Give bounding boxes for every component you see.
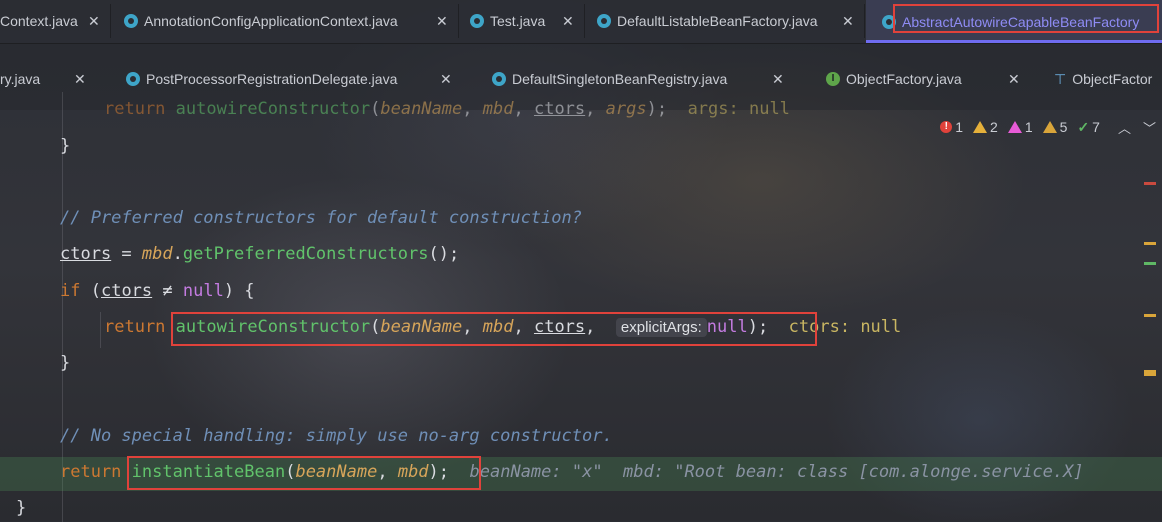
scroll-marker[interactable]: [1144, 314, 1156, 317]
code-line: // Preferred constructors for default co…: [60, 205, 582, 231]
tab-label: ObjectFactor: [1072, 71, 1153, 87]
punct: ,: [462, 99, 483, 119]
punct: (: [370, 99, 381, 119]
class-icon: [124, 14, 138, 28]
scroll-marker[interactable]: [1144, 182, 1156, 185]
close-icon[interactable]: ✕: [562, 6, 574, 36]
call-highlight-box: [127, 456, 481, 490]
tab-default-singleton-bean-registry[interactable]: DefaultSingletonBeanRegistry.java: [492, 64, 727, 94]
class-icon: [492, 72, 506, 86]
tab-context[interactable]: Context.java: [0, 6, 78, 36]
tab-default-listable-bean-factory[interactable]: DefaultListableBeanFactory.java: [597, 6, 818, 36]
tab-divider: [110, 4, 111, 38]
method-call: autowireConstructor: [175, 99, 371, 119]
tab-post-processor-registration-delegate[interactable]: PostProcessorRegistrationDelegate.java: [126, 64, 397, 94]
tab-label: ObjectFactory.java: [846, 71, 962, 87]
comment: // Preferred constructors for default co…: [60, 208, 582, 228]
param: mbd: [141, 244, 173, 264]
code-line: }: [16, 495, 26, 521]
close-icon[interactable]: ✕: [436, 6, 448, 36]
code-line: // No special handling: simply use no-ar…: [60, 423, 613, 449]
scroll-marker[interactable]: [1144, 370, 1156, 376]
close-icon[interactable]: ✕: [1008, 64, 1020, 94]
tab-label: AnnotationConfigApplicationContext.java: [144, 13, 398, 29]
tab-label: Context.java: [0, 13, 78, 29]
inline-debug-value: beanName: "x" mbd: "Root bean: class [co…: [469, 462, 1084, 482]
null-literal: null: [182, 281, 224, 301]
tab-divider: [864, 4, 865, 38]
method-call: getPreferredConstructors: [182, 244, 429, 264]
tab-test[interactable]: Test.java: [470, 6, 545, 36]
variable: ctors: [60, 244, 112, 264]
tab-divider: [584, 4, 585, 38]
tab-registry[interactable]: ry.java: [0, 64, 40, 94]
code-line: if (ctors ≠ null) {: [60, 278, 255, 304]
code-line: return autowireConstructor(beanName, mbd…: [104, 96, 790, 122]
variable: ctors: [100, 281, 153, 301]
class-icon: [470, 14, 484, 28]
inline-debug-value: args: null: [687, 99, 790, 119]
tab-label: DefaultSingletonBeanRegistry.java: [512, 71, 728, 87]
close-icon[interactable]: ✕: [772, 64, 784, 94]
active-tab-highlight-box: [893, 4, 1159, 33]
operator: ≠: [152, 281, 183, 301]
tab-label: ry.java: [0, 71, 41, 87]
punct: ,: [585, 99, 606, 119]
punct: ,: [513, 99, 534, 119]
code-line: }: [60, 133, 70, 159]
scroll-marker[interactable]: [1144, 242, 1156, 245]
code-editor[interactable]: return autowireConstructor(beanName, mbd…: [0, 92, 1162, 522]
brace: }: [16, 498, 27, 518]
indent-guide: [100, 312, 101, 348]
tab-label: PostProcessorRegistrationDelegate.java: [146, 71, 398, 87]
punct: ) {: [223, 281, 255, 301]
brace: }: [60, 136, 71, 156]
close-icon[interactable]: ✕: [842, 6, 854, 36]
hierarchy-icon: ⊤: [1054, 70, 1067, 87]
punct: );: [646, 99, 668, 119]
close-icon[interactable]: ✕: [440, 64, 452, 94]
keyword-return: return: [104, 99, 166, 119]
editor-tabs-row-1: Context.java ✕ AnnotationConfigApplicati…: [0, 0, 1162, 44]
param: beanName: [380, 99, 463, 119]
call-highlight-box: [171, 312, 817, 346]
punct: .: [172, 244, 183, 264]
tab-label: Test.java: [490, 13, 546, 29]
tab-annotation-config-application-context[interactable]: AnnotationConfigApplicationContext.java: [124, 6, 398, 36]
tab-divider: [458, 4, 459, 38]
variable: ctors: [533, 99, 586, 119]
close-icon[interactable]: ✕: [88, 6, 100, 36]
tab-label: DefaultListableBeanFactory.java: [617, 13, 818, 29]
active-tab-underline: [866, 40, 1162, 43]
keyword-return: return: [104, 317, 166, 337]
class-icon: [597, 14, 611, 28]
code-line: }: [60, 350, 70, 376]
param: args: [605, 99, 647, 119]
scroll-marker[interactable]: [1144, 262, 1156, 265]
tab-object-factory[interactable]: I ObjectFactory.java: [826, 64, 962, 94]
keyword-return: return: [60, 462, 122, 482]
param: mbd: [482, 99, 514, 119]
operator: =: [111, 244, 142, 264]
punct: ();: [428, 244, 460, 264]
keyword-if: if: [60, 281, 81, 301]
class-icon: [126, 72, 140, 86]
code-line: ctors = mbd.getPreferredConstructors();: [60, 241, 459, 267]
tab-object-factory-2[interactable]: ⊤ ObjectFactor: [1054, 64, 1152, 94]
comment: // No special handling: simply use no-ar…: [60, 426, 613, 446]
punct: (: [80, 281, 101, 301]
brace: }: [60, 353, 71, 373]
close-icon[interactable]: ✕: [74, 64, 86, 94]
interface-icon: I: [826, 72, 840, 86]
